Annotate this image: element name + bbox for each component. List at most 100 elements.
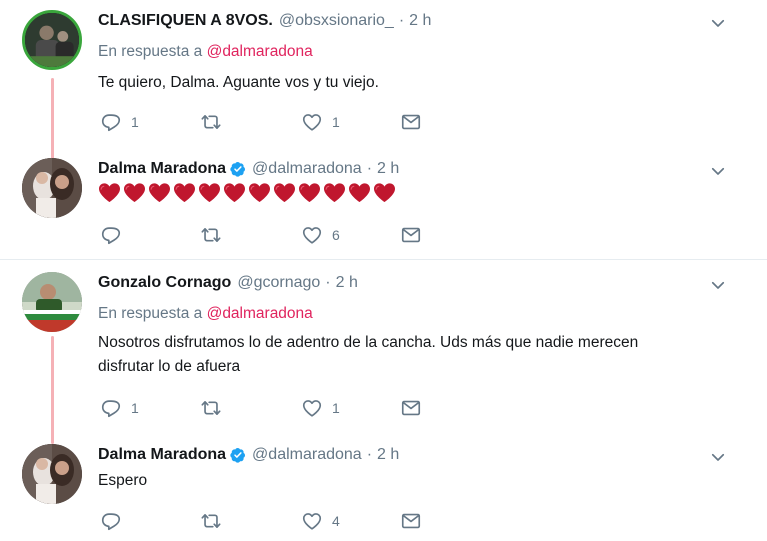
direct-message-button[interactable] (400, 224, 422, 246)
timestamp[interactable]: 2 h (377, 446, 399, 464)
tweet-actions: 1 1 (100, 111, 440, 133)
separator-dot: · (325, 274, 331, 291)
reply-icon (100, 397, 122, 419)
reply-prefix: En respuesta a (98, 305, 203, 322)
reply-context: En respuesta a @dalmaradona (98, 305, 313, 323)
display-name[interactable]: Dalma Maradona (98, 446, 226, 464)
separator-dot: · (398, 12, 405, 29)
chevron-down-icon[interactable] (709, 14, 727, 32)
reply-mention-link[interactable]: @dalmaradona (207, 305, 313, 322)
avatar[interactable] (22, 158, 82, 218)
reply-count: 1 (131, 400, 139, 416)
display-name[interactable]: CLASIFIQUEN A 8VOS. (98, 12, 273, 30)
verified-badge-icon (230, 447, 246, 463)
reply-icon (100, 111, 122, 133)
like-button[interactable]: 1 (301, 397, 340, 419)
red-heart-emoji-icon (273, 182, 296, 203)
tweet-actions: 6 (100, 224, 440, 246)
reply-button[interactable]: 1 (100, 111, 139, 133)
chevron-down-icon[interactable] (709, 276, 727, 294)
like-button[interactable]: 6 (301, 224, 340, 246)
profile-photo-icon (22, 158, 82, 218)
heart-icon (301, 397, 323, 419)
like-button[interactable]: 1 (301, 111, 340, 133)
red-heart-emoji-icon (373, 182, 396, 203)
reply-count: 1 (131, 114, 139, 130)
tweet-text: Nosotros disfrutamos lo de adentro de la… (98, 331, 718, 379)
heart-icon (301, 510, 323, 532)
tweet-header: CLASIFIQUEN A 8VOS. @obsxsionario_ · 2 h (98, 12, 431, 30)
avatar[interactable] (22, 272, 82, 332)
reply-prefix: En respuesta a (98, 43, 203, 60)
red-heart-emoji-icon (348, 182, 371, 203)
reply-mention-link[interactable]: @dalmaradona (207, 43, 313, 60)
separator-dot: · (366, 160, 373, 177)
username[interactable]: @obsxsionario_ (279, 12, 394, 30)
tweet-header: Dalma Maradona @dalmaradona · 2 h (98, 446, 399, 464)
heart-icon (301, 111, 323, 133)
verified-badge-icon (230, 161, 246, 177)
red-heart-emoji-icon (248, 182, 271, 203)
username[interactable]: @gcornago (237, 274, 320, 292)
like-count: 1 (332, 114, 340, 130)
retweet-button[interactable] (200, 224, 231, 246)
reply-button[interactable]: 1 (100, 397, 139, 419)
reply-button[interactable] (100, 224, 131, 246)
username[interactable]: @dalmaradona (252, 446, 362, 464)
direct-message-button[interactable] (400, 397, 422, 419)
profile-photo-icon (22, 444, 82, 504)
display-name[interactable]: Dalma Maradona (98, 160, 226, 178)
tweet-header: Gonzalo Cornago @gcornago · 2 h (98, 274, 358, 292)
tweet-text-heart-emojis (98, 182, 396, 203)
direct-message-button[interactable] (400, 510, 422, 532)
heart-icon (301, 224, 323, 246)
reply-icon (100, 224, 122, 246)
profile-photo-icon (25, 13, 79, 67)
separator-dot: · (366, 446, 373, 463)
reply-button[interactable] (100, 510, 131, 532)
red-heart-emoji-icon (173, 182, 196, 203)
tweet-text: Te quiero, Dalma. Aguante vos y tu viejo… (98, 74, 379, 91)
tweet-text-line: Nosotros disfrutamos lo de adentro de la… (98, 334, 639, 351)
reply-context: En respuesta a @dalmaradona (98, 43, 313, 61)
thread-connector-line (51, 78, 54, 162)
tweet-divider (0, 259, 767, 260)
avatar[interactable] (22, 10, 82, 70)
envelope-icon (400, 510, 422, 532)
retweet-icon (200, 510, 222, 532)
red-heart-emoji-icon (198, 182, 221, 203)
tweet-actions: 1 1 (100, 397, 440, 419)
red-heart-emoji-icon (223, 182, 246, 203)
like-button[interactable]: 4 (301, 510, 340, 532)
retweet-button[interactable] (200, 397, 231, 419)
timestamp[interactable]: 2 h (336, 274, 358, 292)
direct-message-button[interactable] (400, 111, 422, 133)
tweet-text-line: disfrutar lo de afuera (98, 358, 241, 375)
retweet-button[interactable] (200, 510, 231, 532)
red-heart-emoji-icon (298, 182, 321, 203)
retweet-icon (200, 397, 222, 419)
timestamp[interactable]: 2 h (377, 160, 399, 178)
envelope-icon (400, 111, 422, 133)
envelope-icon (400, 397, 422, 419)
thread-connector-line (51, 336, 54, 444)
retweet-icon (200, 224, 222, 246)
red-heart-emoji-icon (98, 182, 121, 203)
tweet-text: Espero (98, 472, 148, 489)
profile-photo-icon (22, 272, 82, 332)
like-count: 1 (332, 400, 340, 416)
red-heart-emoji-icon (148, 182, 171, 203)
reply-icon (100, 510, 122, 532)
timestamp[interactable]: 2 h (409, 12, 431, 30)
display-name[interactable]: Gonzalo Cornago (98, 274, 231, 292)
retweet-button[interactable] (200, 111, 231, 133)
envelope-icon (400, 224, 422, 246)
username[interactable]: @dalmaradona (252, 160, 362, 178)
chevron-down-icon[interactable] (709, 448, 727, 466)
like-count: 4 (332, 513, 340, 529)
chevron-down-icon[interactable] (709, 162, 727, 180)
tweet-actions: 4 (100, 510, 440, 532)
like-count: 6 (332, 227, 340, 243)
avatar[interactable] (22, 444, 82, 504)
red-heart-emoji-icon (323, 182, 346, 203)
